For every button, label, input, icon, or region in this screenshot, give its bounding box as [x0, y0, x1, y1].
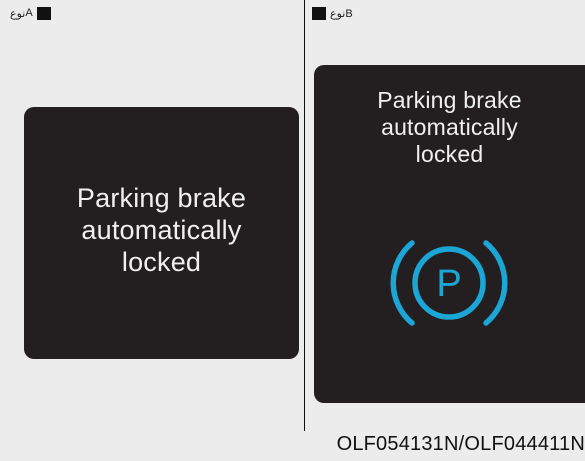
parking-brake-icon: P [390, 240, 508, 326]
display-panel-a: Parking brake automatically locked [24, 107, 299, 359]
p-letter: P [436, 263, 461, 305]
panel-a-line-1: Parking brake [76, 183, 247, 213]
panel-a-message: Parking brake automatically locked [24, 183, 299, 279]
panel-a-line-2: automatically [81, 214, 242, 245]
type-a-text: نوع A [10, 7, 33, 20]
divider [304, 0, 305, 431]
type-a-word: نوع [10, 7, 26, 20]
type-a-letter: A [25, 7, 33, 19]
type-b-text: نوعB [330, 7, 353, 20]
page: نوع A نوعB Parking brake automatically lo… [0, 0, 585, 461]
type-b-word: نوع [330, 7, 346, 20]
black-square-icon [312, 6, 326, 20]
panel-a-line-3: locked [121, 246, 202, 277]
left-bracket-arc [390, 240, 415, 326]
display-panel-b: Parking brake automatically locked P [314, 65, 585, 403]
panel-b-line-3: locked [415, 141, 484, 168]
type-b-label: نوعB [312, 5, 353, 21]
panel-b-line-1: Parking brake [377, 87, 522, 113]
black-square-icon [36, 6, 51, 20]
panel-b-line-2: automatically [381, 114, 518, 141]
type-a-label: نوع A [10, 5, 51, 21]
panel-b-message: Parking brake automatically locked [314, 87, 585, 168]
type-b-letter: B [345, 7, 353, 20]
figure-caption: OLF054131N/OLF044411N [336, 433, 585, 455]
right-bracket-arc [483, 240, 508, 326]
